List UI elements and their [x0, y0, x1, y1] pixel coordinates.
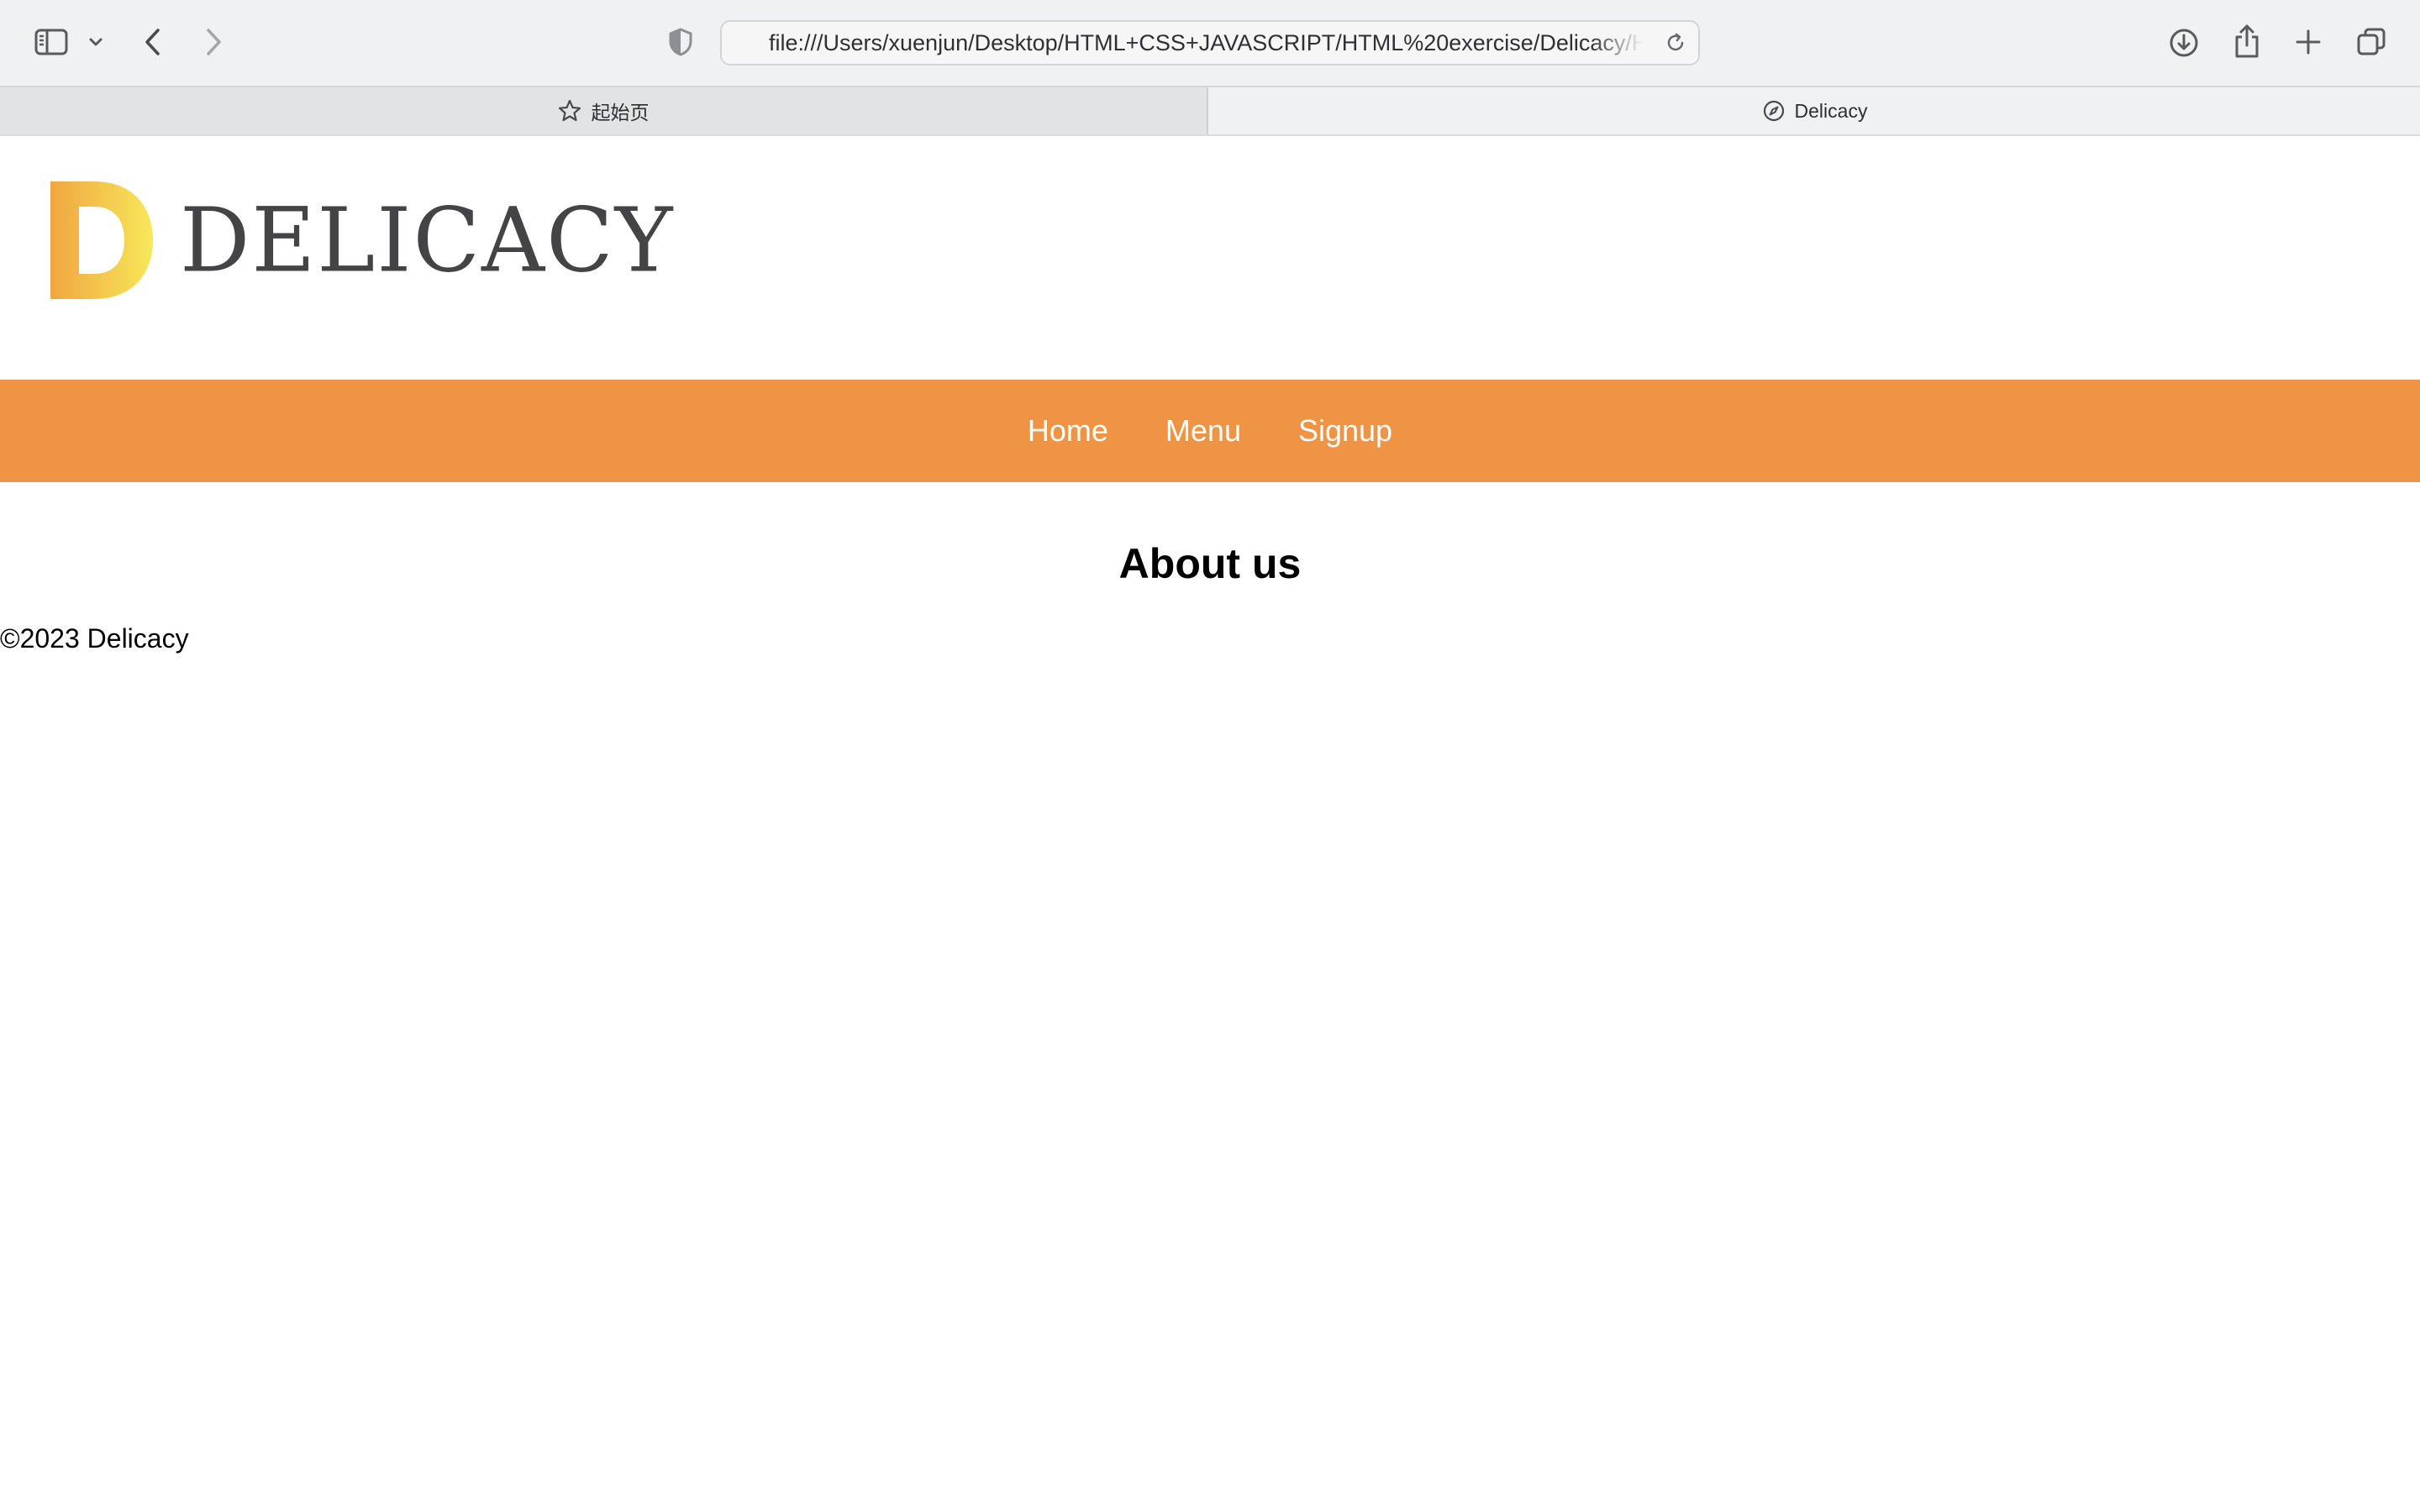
footer-copyright: ©2023 Delicacy [0, 623, 189, 654]
sidebar-icon[interactable] [32, 25, 71, 59]
logo-wordmark: DELICACY [180, 187, 675, 293]
main-navbar: Home Menu Signup [0, 380, 2420, 482]
about-us-heading: About us [1118, 540, 1302, 587]
tab-overview-icon[interactable] [2354, 25, 2388, 59]
privacy-shield-icon[interactable] [666, 25, 696, 59]
back-arrow-icon[interactable] [138, 24, 168, 60]
web-page: DELICACY Home Menu Signup About us ©2023… [0, 136, 2420, 1512]
tab-delicacy[interactable]: Delicacy [1210, 87, 2420, 134]
download-icon[interactable] [2166, 25, 2202, 60]
new-tab-plus-icon[interactable] [2292, 25, 2324, 59]
nav-menu-link[interactable]: Menu [1165, 413, 1241, 449]
nav-signup-link[interactable]: Signup [1298, 413, 1392, 449]
browser-toolbar: file:///Users/xuenjun/Desktop/HTML+CSS+J… [0, 0, 2420, 87]
forward-arrow-icon[interactable] [198, 24, 229, 60]
nav-home-link[interactable]: Home [1028, 413, 1108, 449]
tab-label: Delicacy [1794, 99, 1868, 122]
address-bar[interactable]: file:///Users/xuenjun/Desktop/HTML+CSS+J… [720, 20, 1700, 66]
tab-bar: 起始页 Delicacy [0, 87, 2420, 136]
url-text[interactable]: file:///Users/xuenjun/Desktop/HTML+CSS+J… [769, 22, 1643, 64]
tab-label: 起始页 [591, 102, 650, 123]
reload-icon[interactable] [1663, 30, 1688, 55]
star-icon [558, 99, 581, 123]
site-logo[interactable]: DELICACY [50, 181, 674, 299]
logo-d-mark [50, 181, 153, 299]
chevron-down-icon[interactable] [84, 32, 108, 52]
share-icon[interactable] [2230, 22, 2264, 60]
compass-icon [1763, 100, 1785, 122]
tab-start-page[interactable]: 起始页 [0, 87, 1208, 134]
